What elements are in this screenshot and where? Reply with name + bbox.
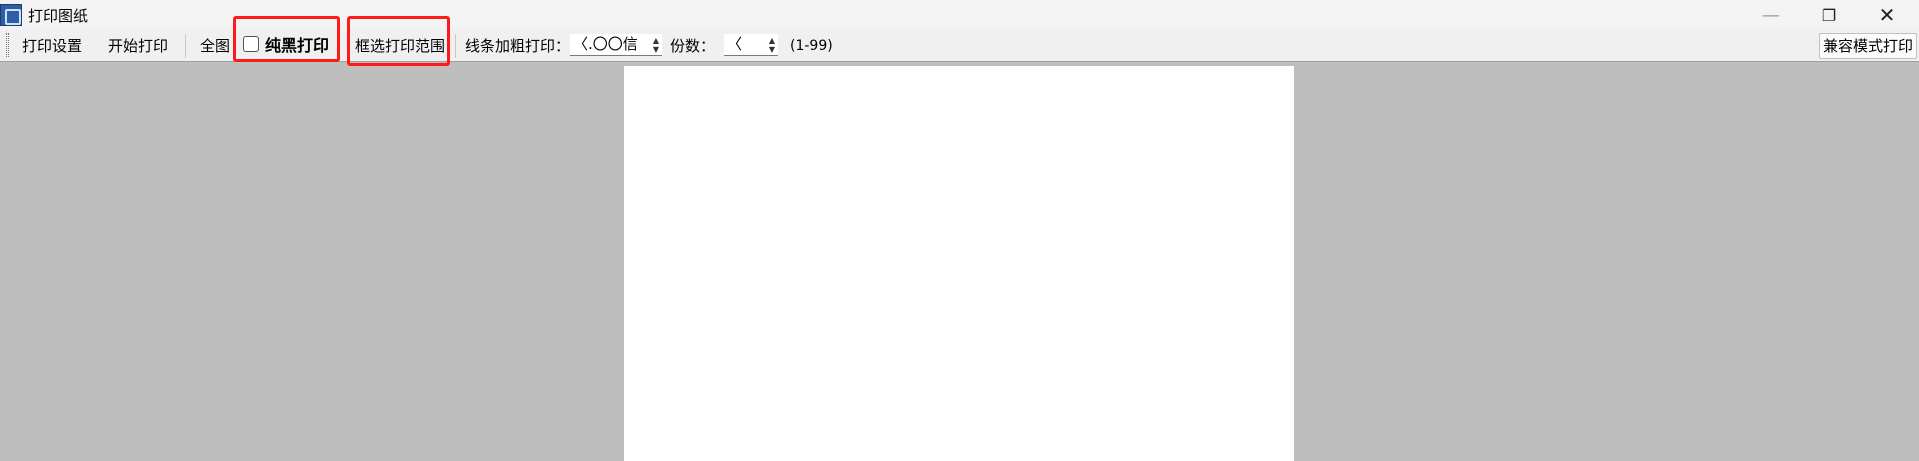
- window-title: 打印图纸: [28, 7, 89, 25]
- toolbar-separator: [185, 34, 186, 58]
- minimize-button[interactable]: —: [1742, 0, 1800, 30]
- paper-preview[interactable]: [624, 66, 1294, 461]
- pure-black-label[interactable]: 纯黑打印: [265, 34, 329, 58]
- toolbar: 打印设置 开始打印 全图 纯黑打印 框选打印范围 线条加粗打印： 〈.〇〇信 ▲…: [0, 16, 1919, 66]
- pure-black-checkbox[interactable]: [243, 36, 259, 52]
- copies-range: (1-99): [790, 38, 833, 54]
- app-icon: [0, 4, 22, 26]
- print-settings-button[interactable]: 打印设置: [22, 34, 82, 58]
- copies-label: 份数：: [670, 37, 716, 55]
- copies-value: 〈: [727, 35, 743, 53]
- close-button[interactable]: ✕: [1858, 0, 1916, 30]
- line-bold-value: 〈.〇〇信: [573, 35, 638, 53]
- line-bold-label: 线条加粗打印：: [465, 37, 571, 55]
- compat-mode-print-button[interactable]: 兼容模式打印: [1819, 33, 1917, 59]
- start-print-button[interactable]: 开始打印: [108, 34, 168, 58]
- toolbar-grip[interactable]: [6, 33, 9, 57]
- restore-button[interactable]: ❐: [1800, 0, 1858, 30]
- spinner-arrows-icon[interactable]: ▲ ▼: [767, 36, 777, 54]
- copies-spinner[interactable]: 〈 ▲ ▼: [724, 34, 778, 56]
- line-bold-spinner[interactable]: 〈.〇〇信 ▲ ▼: [570, 34, 662, 56]
- toolbar-separator: [455, 34, 456, 58]
- select-range-button[interactable]: 框选打印范围: [355, 34, 445, 58]
- spinner-arrows-icon[interactable]: ▲ ▼: [651, 36, 661, 54]
- full-view-button[interactable]: 全图: [200, 34, 230, 58]
